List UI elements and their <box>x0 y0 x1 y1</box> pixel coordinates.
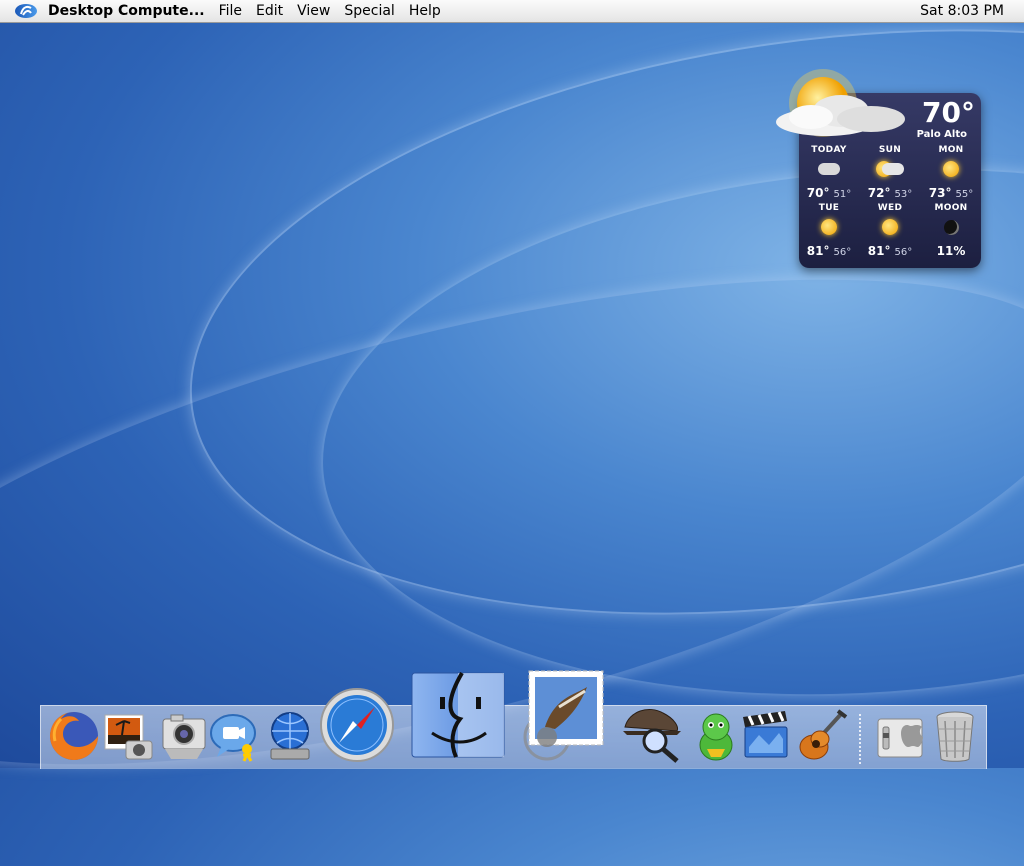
forecast-day-label: MON <box>938 145 964 155</box>
forecast-high: 70° <box>806 186 830 200</box>
dock-separator <box>859 714 861 764</box>
sun-cloud-icon <box>771 67 911 146</box>
forecast-day: MON 73° 55° <box>921 145 981 201</box>
forecast-day: WED 81° 56° <box>860 203 920 259</box>
mail-icon[interactable] <box>515 667 611 763</box>
sun-icon <box>799 216 859 238</box>
app-menu[interactable]: Desktop Compute... <box>48 3 205 19</box>
trash-icon[interactable] <box>930 709 980 763</box>
dock <box>40 670 987 769</box>
iphoto-icon[interactable] <box>102 709 156 763</box>
forecast-high: 72° <box>867 186 891 200</box>
forecast-low: 51° <box>833 189 852 200</box>
forecast-high: 81° <box>806 244 830 258</box>
moon-phase-icon <box>921 216 981 238</box>
menu-view[interactable]: View <box>295 3 332 19</box>
image-capture-icon[interactable] <box>157 709 211 763</box>
forecast-day: TODAY 70° 51° <box>799 145 859 201</box>
forecast-high: 81° <box>867 244 891 258</box>
safari-icon[interactable] <box>319 687 395 763</box>
internet-connect-icon[interactable] <box>263 709 317 763</box>
forecast-low: 53° <box>894 189 913 200</box>
moon-percent: 11% <box>936 244 966 258</box>
forecast-day: TUE 81° 56° <box>799 203 859 259</box>
moon-cloud-icon <box>799 158 859 180</box>
menu-special[interactable]: Special <box>342 3 396 19</box>
current-temperature: 70° <box>922 96 975 129</box>
garageband-icon[interactable] <box>794 709 848 763</box>
menu-help[interactable]: Help <box>407 3 443 19</box>
menu-clock[interactable]: Sat 8:03 PM <box>920 3 1004 19</box>
forecast-low: 55° <box>955 189 974 200</box>
menu-edit[interactable]: Edit <box>254 3 285 19</box>
forecast-day-label: SUN <box>878 145 902 155</box>
sherlock-icon[interactable] <box>619 697 685 763</box>
ichat-icon[interactable] <box>207 709 261 763</box>
forecast-day-label: MOON <box>934 203 968 213</box>
forecast-day-label: WED <box>877 203 903 213</box>
finder-icon[interactable] <box>410 667 506 763</box>
forecast-day-label: TUE <box>818 203 840 213</box>
forecast-low: 56° <box>894 247 913 258</box>
forecast-low: 56° <box>833 247 852 258</box>
forecast-high: 73° <box>928 186 952 200</box>
forecast-day-label: TODAY <box>811 145 847 155</box>
adium-icon[interactable] <box>689 709 743 763</box>
sun-icon <box>860 216 920 238</box>
menu-file[interactable]: File <box>217 3 244 19</box>
forecast-moon: MOON 11% <box>921 203 981 259</box>
forecast-day: SUN 72° 53° <box>860 145 920 201</box>
sun-icon <box>921 158 981 180</box>
apple-menu-icon[interactable] <box>14 2 42 20</box>
menu-bar: Desktop Compute... File Edit View Specia… <box>0 0 1024 23</box>
weather-city: Palo Alto <box>916 129 967 140</box>
imovie-icon[interactable] <box>739 709 793 763</box>
firefox-icon[interactable] <box>47 709 101 763</box>
system-preferences-icon[interactable] <box>875 713 925 763</box>
weather-widget[interactable]: 70° Palo Alto TODAY 70° 51° SUN 72° 53° MO… <box>776 69 981 268</box>
partly-cloudy-icon <box>860 158 920 180</box>
